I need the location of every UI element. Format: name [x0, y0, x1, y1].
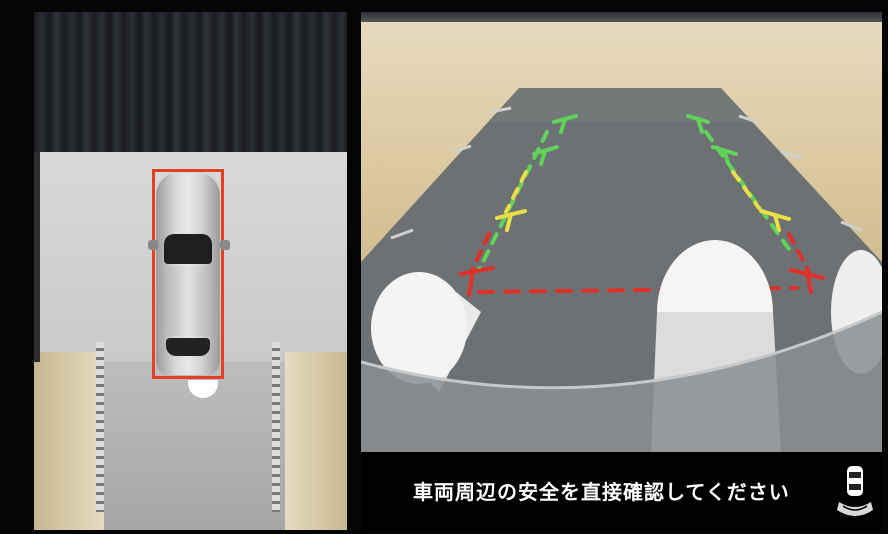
surround-view-panel[interactable]	[34, 12, 347, 530]
right-rail	[272, 342, 280, 512]
rear-camera-panel[interactable]	[361, 12, 882, 452]
left-wall	[34, 352, 104, 530]
left-rail	[96, 342, 104, 512]
right-wall	[285, 352, 347, 530]
camera-scene	[361, 88, 882, 452]
vehicle-rear-window	[166, 338, 210, 356]
message-bar: 車両周辺の安全を直接確認してください	[361, 452, 882, 530]
parking-floor-far	[491, 88, 751, 122]
safety-warning-text: 車両周辺の安全を直接確認してください	[413, 480, 790, 504]
monitor-screen: 車両周辺の安全を直接確認してください	[0, 0, 888, 534]
mirror-right	[220, 240, 230, 250]
edge-shadow	[34, 152, 40, 362]
car-sensor-icon[interactable]	[835, 462, 875, 522]
vehicle-windshield	[164, 234, 212, 264]
mirror-left	[148, 240, 158, 250]
vehicle-roof	[166, 266, 210, 336]
curtain-backdrop	[34, 12, 347, 152]
